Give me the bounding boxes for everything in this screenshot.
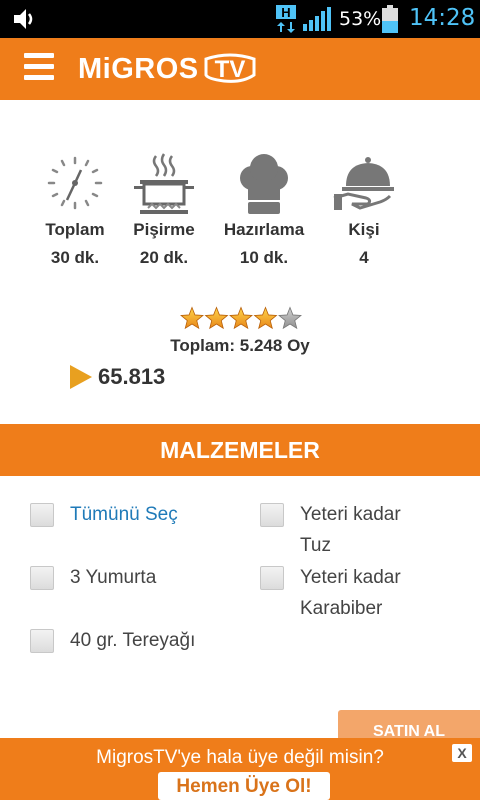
ingredient-label: 40 gr. Tereyağı: [70, 630, 196, 651]
battery-icon: [382, 5, 398, 33]
star-filled-icon[interactable]: [204, 306, 229, 330]
ingredient-label: Yeteri kadar Karabiber: [300, 567, 401, 619]
hamburger-menu-icon[interactable]: [24, 53, 54, 81]
star-filled-icon[interactable]: [229, 306, 253, 330]
select-all-item[interactable]: Tümünü Seç: [30, 499, 178, 530]
star-filled-icon[interactable]: [180, 306, 204, 330]
views-counter: 65.813: [70, 364, 165, 390]
app-bar: MiGROS TV: [0, 38, 480, 100]
svg-text:TV: TV: [214, 56, 245, 83]
info-value: 4: [359, 248, 369, 267]
info-label: Pişirme: [133, 220, 195, 239]
ingredient-label: 3 Yumurta: [70, 567, 157, 588]
info-value: 20 dk.: [139, 248, 189, 267]
ingredient-label: Yeteri kadar Tuz: [300, 504, 401, 556]
ingredients-header: MALZEMELER: [0, 424, 480, 476]
rating-stars[interactable]: [180, 306, 302, 332]
status-time: 14:28: [409, 5, 476, 31]
ingredient-item[interactable]: Yeteri kadar Karabiber: [260, 562, 401, 624]
star-empty-icon[interactable]: [278, 306, 302, 330]
status-bar: H 53% 14:28: [0, 0, 480, 38]
chef-hat-icon: [240, 154, 288, 214]
star-filled-icon[interactable]: [253, 306, 278, 330]
ingredient-checkbox[interactable]: [260, 503, 284, 527]
views-count: 65.813: [98, 364, 166, 389]
info-value: 30 dk.: [50, 248, 100, 267]
play-triangle-icon: [70, 365, 92, 389]
ingredient-item[interactable]: 3 Yumurta: [30, 562, 156, 593]
signal-icon: [303, 7, 331, 31]
battery-percent: 53%: [339, 8, 382, 30]
info-label: Hazırlama: [223, 220, 305, 239]
select-all-checkbox[interactable]: [30, 503, 54, 527]
signup-message: MigrosTV'ye hala üye değil misin?: [96, 747, 384, 768]
migros-tv-logo[interactable]: MiGROS TV: [78, 52, 258, 86]
svg-text:H: H: [281, 5, 290, 20]
select-all-label[interactable]: Tümünü Seç: [70, 499, 178, 530]
info-value: 10 dk.: [239, 248, 289, 267]
serving-cloche-icon: [333, 157, 394, 210]
info-cooking-time: Pişirme 20 dk.: [114, 152, 214, 268]
clock-icon: [47, 156, 103, 210]
ingredient-item[interactable]: 40 gr. Tereyağı: [30, 625, 195, 656]
info-label: Kişi: [348, 220, 380, 239]
info-label: Toplam: [45, 220, 105, 239]
logo-text: MiGROS: [78, 52, 199, 85]
ingredient-item[interactable]: Yeteri kadar Tuz: [260, 499, 401, 561]
volume-icon: [14, 9, 33, 29]
ingredient-checkbox[interactable]: [30, 566, 54, 590]
info-total-time: Toplam 30 dk.: [25, 152, 125, 268]
votes-count: Toplam: 5.248 Oy: [170, 336, 310, 355]
ingredient-checkbox[interactable]: [260, 566, 284, 590]
cooking-pot-icon: [134, 153, 194, 214]
h-network-icon: H: [276, 5, 296, 33]
close-icon[interactable]: X: [452, 744, 472, 762]
ingredient-checkbox[interactable]: [30, 629, 54, 653]
tv-logo-badge: TV: [204, 53, 256, 83]
info-servings: Kişi 4: [314, 152, 414, 268]
info-prep-time: Hazırlama 10 dk.: [214, 152, 314, 268]
signup-button[interactable]: Hemen Üye Ol!: [158, 772, 330, 800]
